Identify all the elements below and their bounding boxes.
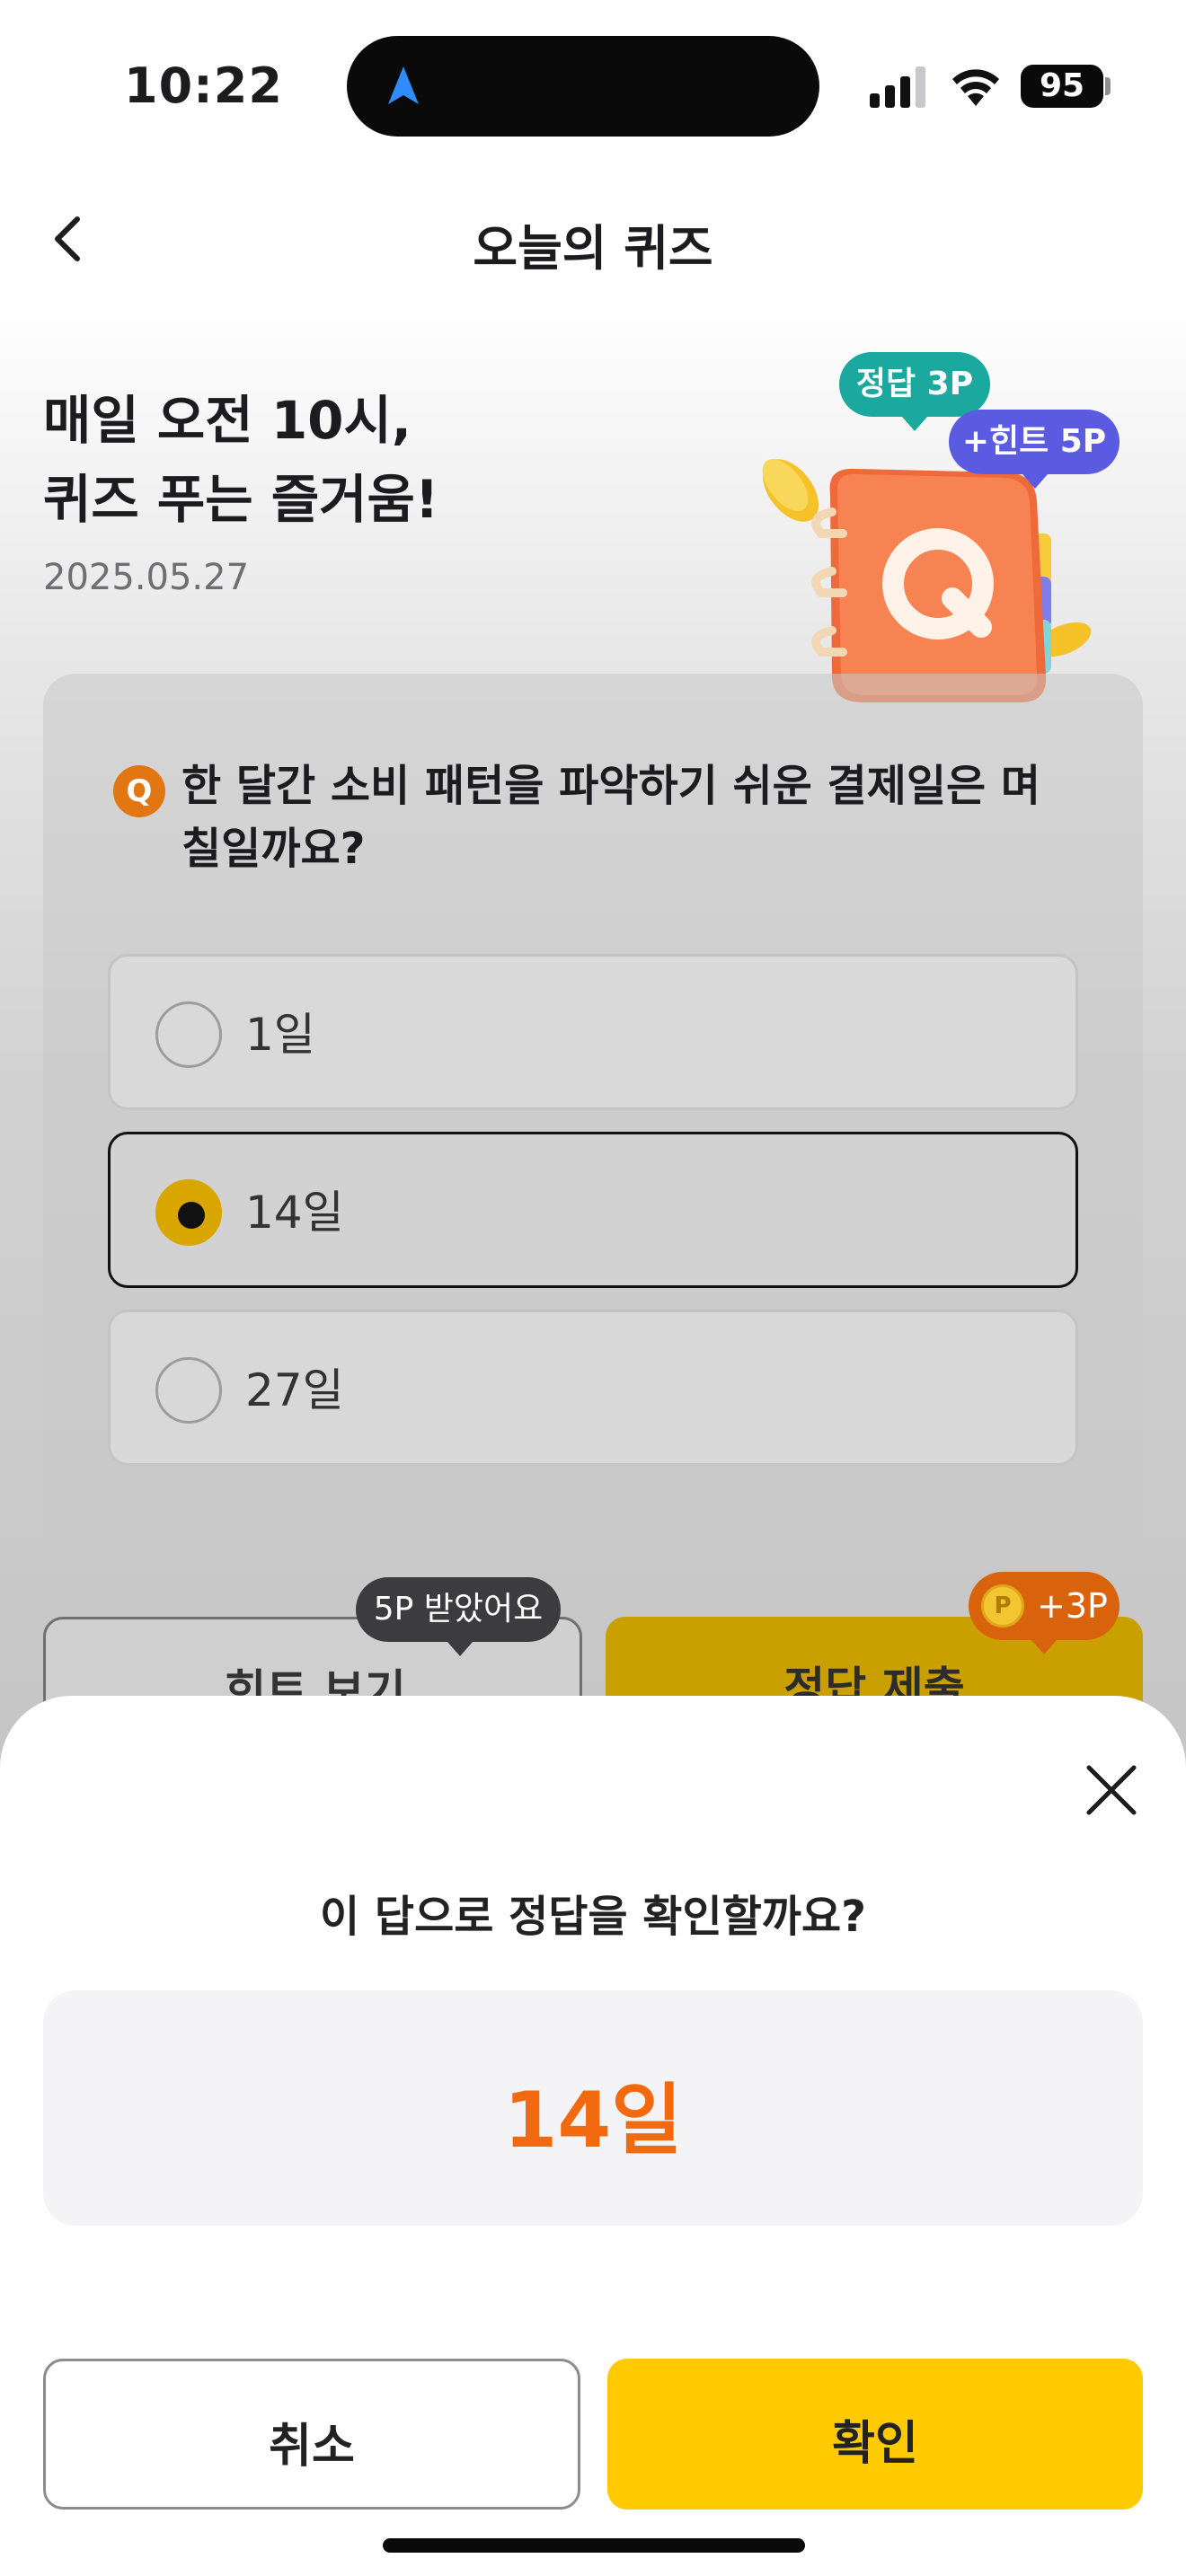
hint-reward-tooltip: 5P 받았어요 [356,1577,561,1656]
radio-button-icon[interactable] [155,1001,222,1068]
hint-points-bubble: +힌트 5P [949,410,1120,489]
radio-button-selected-icon[interactable] [155,1179,222,1246]
navigation-arrow-icon [388,66,419,104]
answer-option-1[interactable]: 1일 [108,954,1078,1110]
correct-points-bubble: 정답 3P [839,352,990,431]
submit-reward-text: +3P [1037,1586,1108,1626]
cancel-button-label: 취소 [269,2420,355,2474]
selected-answer-box: 14일 [43,1990,1143,2226]
cellular-signal-icon [870,66,925,108]
confirm-question: 이 답으로 정답을 확인할까요? [320,1892,866,1942]
page-title: 오늘의 퀴즈 [473,220,713,277]
question-text: 한 달간 소비 패턴을 파악하기 쉬운 결제일은 며칠일까요? [181,761,1041,874]
hero-title: 매일 오전 10시, 퀴즈 푸는 즐거움! [43,390,439,530]
answer-option-label: 27일 [245,1364,344,1416]
wifi-icon [952,69,999,106]
status-time: 10:22 [124,57,283,114]
close-icon[interactable] [1082,1760,1141,1820]
confirm-button[interactable]: 확인 [607,2359,1143,2510]
cancel-button[interactable]: 취소 [43,2359,580,2510]
answer-option-14-selected[interactable]: 14일 [108,1132,1078,1288]
answer-option-label: 1일 [245,1009,315,1061]
submit-reward-tooltip: P +3P [969,1572,1120,1654]
answer-option-label: 14일 [245,1187,344,1239]
confirm-button-label: 확인 [832,2417,918,2471]
dynamic-island [347,36,819,137]
quiz-page: 10:22 95 오늘의 퀴즈 매일 오전 10시, 퀴즈 푸는 즐거움! 20… [0,0,1186,2576]
question-badge: Q [113,765,165,817]
battery-icon: 95 [1021,65,1103,108]
selected-answer-value: 14일 [503,2076,683,2166]
point-coin-icon: P [981,1584,1024,1628]
home-indicator[interactable] [383,2538,805,2553]
battery-tip [1105,77,1111,95]
radio-button-icon[interactable] [155,1357,222,1424]
quiz-date: 2025.05.27 [43,557,250,598]
answer-option-27[interactable]: 27일 [108,1310,1078,1466]
